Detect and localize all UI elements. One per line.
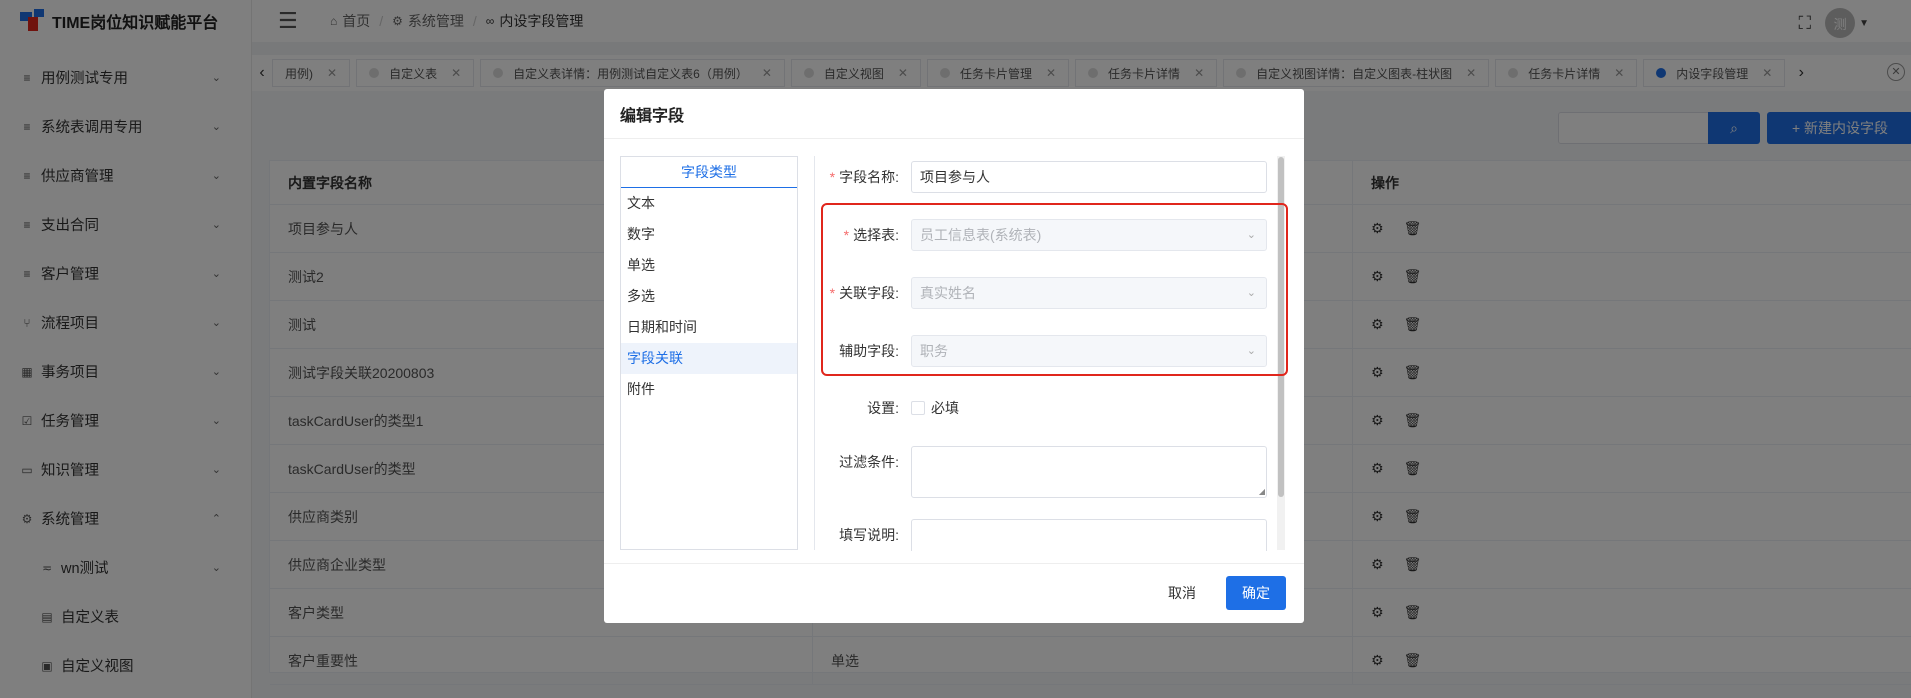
confirm-button[interactable]: 确定 xyxy=(1226,576,1286,610)
label-text: 字段名称: xyxy=(839,169,899,185)
resize-handle-icon[interactable]: ◢ xyxy=(1259,487,1265,496)
field-type-option[interactable]: 文本 xyxy=(621,188,797,219)
field-type-option[interactable]: 附件 xyxy=(621,374,797,405)
field-type-header: 字段类型 xyxy=(621,157,797,188)
dialog-title: 编辑字段 xyxy=(604,89,1304,139)
filter-textarea[interactable]: ◢ xyxy=(911,446,1267,498)
filter-label: 过滤条件: xyxy=(839,454,899,470)
description-label: 填写说明: xyxy=(839,527,899,543)
cancel-button[interactable]: 取消 xyxy=(1156,577,1208,609)
settings-label: 设置: xyxy=(867,400,899,416)
form-row-description: 填写说明: xyxy=(815,519,1275,551)
dialog-footer: 取消 确定 xyxy=(604,563,1304,623)
form-row-filter: 过滤条件: ◢ xyxy=(815,446,1275,498)
form-row-field-name: * 字段名称: 项目参与人 xyxy=(815,161,1275,193)
field-type-option[interactable]: 单选 xyxy=(621,250,797,281)
field-type-option[interactable]: 多选 xyxy=(621,281,797,312)
field-type-option-selected[interactable]: 字段关联 xyxy=(621,343,797,374)
field-type-option[interactable]: 日期和时间 xyxy=(621,312,797,343)
description-textarea[interactable] xyxy=(911,519,1267,551)
highlight-box xyxy=(821,203,1288,376)
form-row-settings: 设置: 必填 xyxy=(815,392,1275,424)
required-checkbox[interactable]: 必填 xyxy=(911,392,1267,424)
field-type-option[interactable]: 数字 xyxy=(621,219,797,250)
field-type-panel: 字段类型 文本 数字 单选 多选 日期和时间 字段关联 附件 xyxy=(620,156,798,550)
field-name-input[interactable]: 项目参与人 xyxy=(911,161,1267,193)
field-name-label: * 字段名称: xyxy=(815,161,911,193)
checkbox-label: 必填 xyxy=(931,400,959,416)
checkbox[interactable] xyxy=(911,401,925,415)
required-mark: * xyxy=(829,169,836,185)
edit-field-dialog: 编辑字段 字段类型 文本 数字 单选 多选 日期和时间 字段关联 附件 * 字段名… xyxy=(604,89,1304,623)
